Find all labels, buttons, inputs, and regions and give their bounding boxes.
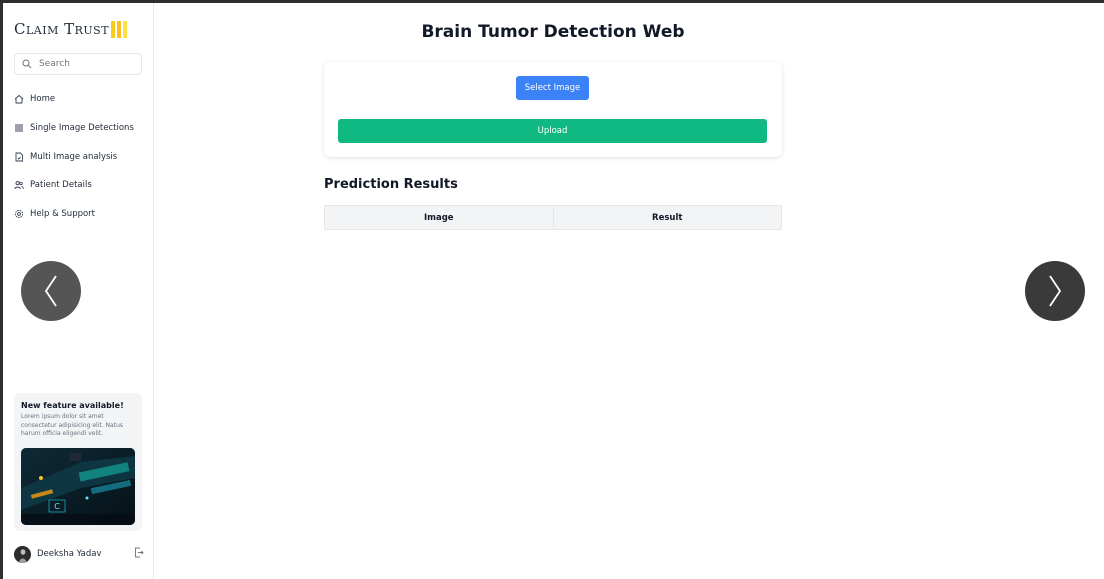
svg-text:C: C (54, 502, 60, 511)
carousel-prev-button[interactable] (21, 261, 81, 321)
sidebar-nav: Home Single Image Detections Multi Image… (14, 85, 149, 228)
column-header-image: Image (324, 205, 554, 230)
sidebar-item-label: Patient Details (30, 180, 92, 191)
upload-card: Select Image Upload (324, 62, 782, 157)
chevron-left-icon (44, 275, 57, 307)
feature-card: New feature available! Lorem ipsum dolor… (14, 393, 142, 531)
sidebar-item-label: Single Image Detections (30, 123, 134, 134)
search-input[interactable] (37, 58, 136, 70)
brand-name: Claim Trust (14, 20, 110, 38)
user-name: Deeksha Yadav (37, 549, 102, 559)
feature-image: C (21, 448, 135, 525)
page-title: Brain Tumor Detection Web (421, 22, 685, 42)
sidebar-item-patient-details[interactable]: Patient Details (14, 171, 149, 200)
column-header-result: Result (552, 205, 782, 230)
logout-icon[interactable] (134, 547, 144, 558)
list-icon (15, 124, 23, 132)
select-image-button[interactable]: Select Image (516, 76, 589, 100)
chevron-right-icon (1049, 275, 1062, 307)
sidebar-item-label: Help & Support (30, 209, 96, 220)
feature-title: New feature available! (21, 401, 124, 410)
home-icon (14, 95, 24, 104)
avatar (14, 545, 31, 563)
document-icon (15, 152, 23, 162)
gear-icon (14, 210, 24, 219)
sidebar-item-multi-image-analysis[interactable]: Multi Image analysis (14, 142, 149, 171)
feature-text: Lorem ipsum dolor sit amet consectetur a… (21, 413, 124, 437)
sidebar-item-home[interactable]: Home (14, 85, 149, 114)
brand-logo[interactable]: Claim Trust (14, 20, 128, 38)
prediction-results-title: Prediction Results (324, 177, 458, 192)
sidebar-item-single-image-detections[interactable]: Single Image Detections (14, 114, 149, 143)
upload-button[interactable]: Upload (338, 119, 767, 143)
carousel-next-button[interactable] (1025, 261, 1085, 321)
user-profile[interactable]: Deeksha Yadav (14, 545, 144, 563)
table-header-row: Image Result (324, 205, 782, 230)
users-icon (14, 181, 24, 190)
sidebar-item-label: Home (30, 94, 56, 105)
logo-bars-icon (111, 20, 128, 38)
sidebar-item-help-support[interactable]: Help & Support (14, 200, 149, 229)
search-box[interactable] (14, 53, 142, 75)
search-icon (22, 59, 32, 69)
results-table: Image Result (324, 205, 782, 230)
sidebar-item-label: Multi Image analysis (30, 151, 118, 162)
